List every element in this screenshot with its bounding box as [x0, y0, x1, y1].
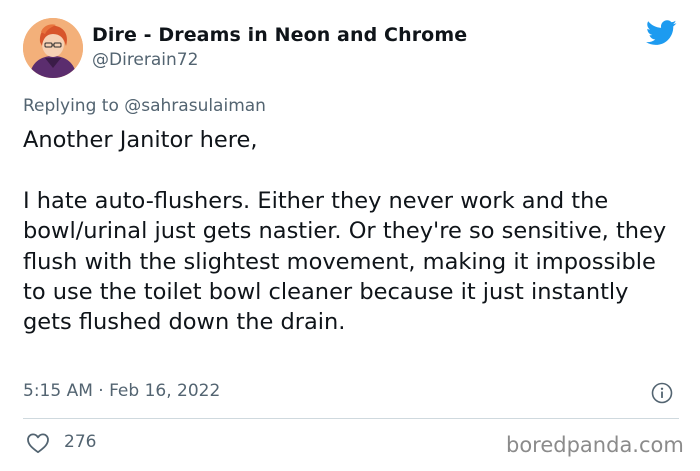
tweet-text: Another Janitor here, I hate auto-flushe… [23, 127, 667, 336]
divider [23, 418, 679, 419]
reply-context: Replying to @sahrasulaiman [23, 96, 266, 116]
user-handle[interactable]: @Direrain72 [92, 50, 198, 70]
info-icon[interactable] [651, 382, 673, 404]
display-name[interactable]: Dire - Dreams in Neon and Chrome [92, 24, 467, 46]
tweet-timestamp[interactable]: 5:15 AM · Feb 16, 2022 [23, 381, 220, 401]
reply-mention-link[interactable]: @sahrasulaiman [124, 96, 266, 116]
like-count: 276 [64, 432, 97, 452]
heart-icon[interactable] [26, 432, 50, 454]
twitter-bird-icon[interactable] [646, 20, 677, 46]
reply-prefix: Replying to [23, 96, 119, 116]
avatar-illustration [23, 18, 83, 78]
watermark: boredpanda.com [506, 433, 684, 457]
avatar[interactable] [23, 18, 83, 78]
